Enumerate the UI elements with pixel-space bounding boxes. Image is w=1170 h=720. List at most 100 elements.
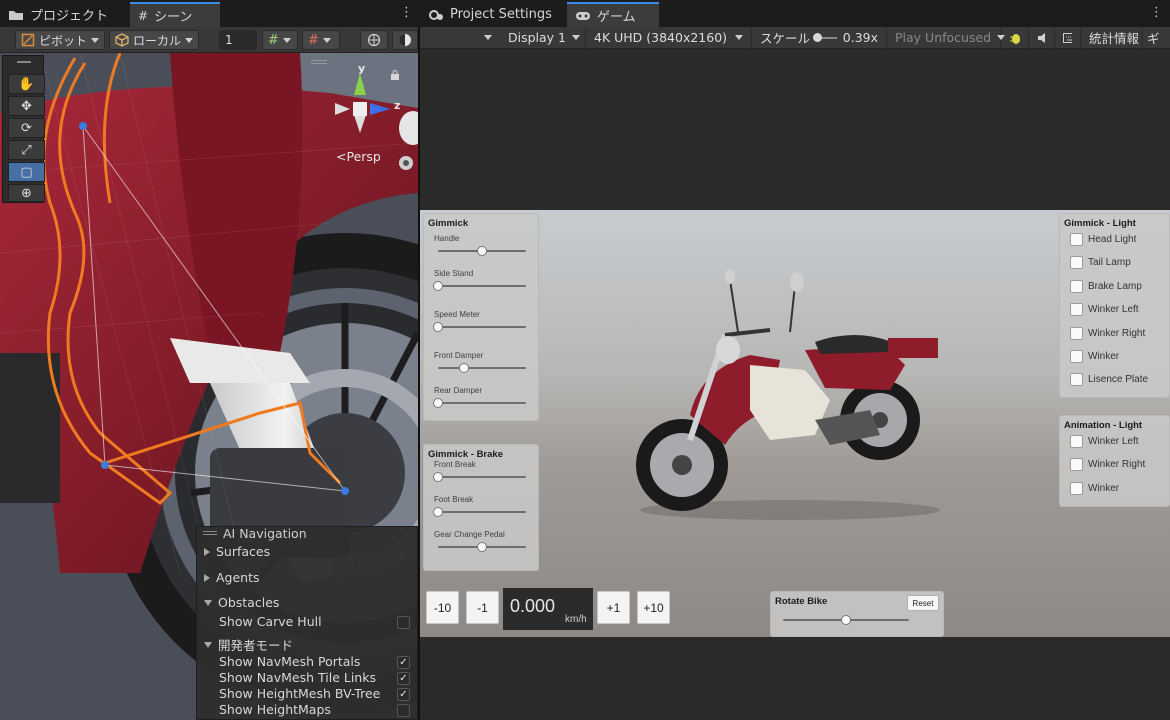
resolution-dropdown[interactable]: 4K UHD (3840x2160) (586, 26, 752, 49)
reset-button[interactable]: Reset (907, 595, 939, 611)
game-view-dropdown[interactable] (420, 35, 500, 40)
front-break-knob[interactable] (433, 472, 443, 482)
foot-break-slider[interactable] (433, 507, 526, 517)
side-stand-slider[interactable] (433, 281, 526, 291)
snap-value-field[interactable]: 1 (219, 30, 257, 50)
local-dropdown[interactable]: ローカル (109, 30, 199, 50)
rear-damper-knob[interactable] (433, 398, 443, 408)
game-menu-icon[interactable]: ⋮ (1150, 5, 1163, 20)
scene-view[interactable]: ✋ ✥ ⟳ ⤢ ▢ ⊕ y z <Persp AI Navigation Sur… (0, 53, 418, 720)
speed-meter-knob[interactable] (433, 322, 443, 332)
ai-nav-drag-icon[interactable] (203, 531, 217, 535)
move-tool-icon[interactable]: ✥ (8, 96, 45, 116)
scale-track[interactable] (813, 32, 837, 42)
hand-tool-icon[interactable]: ✋ (8, 74, 45, 94)
handle-slider[interactable] (438, 246, 526, 256)
winker-checkbox[interactable] (1070, 350, 1083, 363)
rect-tool-icon[interactable]: ▢ (8, 162, 45, 182)
pivot-dropdown[interactable]: ピボット (15, 30, 105, 50)
gizmos-button[interactable]: ギ (1143, 27, 1163, 49)
tab-game[interactable]: ゲーム (567, 2, 659, 27)
show-heightmaps-checkbox[interactable] (397, 704, 410, 717)
show-heightmesh-bvtree-row[interactable]: Show HeightMesh BV-Tree (219, 686, 380, 701)
show-carve-hull-row[interactable]: Show Carve Hull (219, 614, 411, 629)
foot-break-knob[interactable] (433, 507, 443, 517)
mute-audio-toggle[interactable] (1029, 26, 1055, 49)
game-viewport[interactable]: Gimmick Handle Side Stand Speed Meter Front… (420, 210, 1170, 637)
rotate-bike-knob[interactable] (841, 615, 851, 625)
winker-left-checkbox[interactable] (1070, 435, 1083, 448)
show-heightmesh-bvtree-checkbox[interactable]: ✓ (397, 688, 410, 701)
lisence-plate-checkbox[interactable] (1070, 373, 1083, 387)
front-damper-knob[interactable] (459, 363, 470, 373)
winker-right-toggle[interactable]: Winker Right (1070, 458, 1145, 472)
rear-damper-slider[interactable] (433, 398, 526, 408)
rotate-tool-icon[interactable]: ⟳ (8, 118, 45, 138)
lisence-plate-toggle[interactable]: Lisence Plate (1070, 373, 1148, 387)
winker-right-checkbox[interactable] (1070, 326, 1083, 340)
head-light-checkbox[interactable] (1070, 233, 1083, 246)
scene-menu-icon[interactable]: ⋮ (400, 5, 413, 20)
gear-change-pedal-slider[interactable] (438, 542, 526, 552)
scale-tool-icon[interactable]: ⤢ (8, 140, 45, 160)
front-damper-slider[interactable] (438, 363, 526, 373)
show-carve-hull-checkbox[interactable] (397, 616, 410, 629)
tail-lamp-checkbox[interactable] (1070, 256, 1083, 270)
gizmo-center[interactable] (353, 102, 367, 116)
developer-mode-foldout[interactable]: 開発者モード (204, 635, 293, 654)
tail-lamp-toggle[interactable]: Tail Lamp (1070, 256, 1131, 270)
surfaces-foldout[interactable]: Surfaces (204, 544, 270, 559)
speed-plus1-button[interactable]: +1 (597, 591, 630, 624)
show-navmesh-tile-links-row[interactable]: Show NavMesh Tile Links (219, 670, 376, 685)
overlay-handle-icon[interactable] (311, 60, 327, 64)
render-mode-toggle[interactable] (392, 30, 418, 50)
side-stand-knob[interactable] (433, 281, 443, 291)
grid-snap-dropdown[interactable]: # (262, 30, 298, 50)
show-heightmaps-row[interactable]: Show HeightMaps (219, 702, 331, 717)
obstacles-foldout[interactable]: Obstacles (204, 595, 279, 610)
show-navmesh-tile-links-checkbox[interactable]: ✓ (397, 672, 410, 685)
speed-meter-slider[interactable] (433, 322, 526, 332)
brake-lamp-toggle[interactable]: Brake Lamp (1070, 279, 1142, 293)
winker-left-toggle[interactable]: Winker Left (1070, 303, 1139, 317)
global-toggle[interactable] (360, 30, 388, 50)
gear-change-pedal-knob[interactable] (477, 542, 487, 552)
lock-icon[interactable] (390, 70, 400, 80)
scale-knob[interactable] (813, 32, 823, 42)
shortcuts-toggle[interactable] (1055, 26, 1081, 49)
frame-debugger-toggle[interactable] (1001, 26, 1029, 49)
winker-left-toggle[interactable]: Winker Left (1070, 435, 1139, 448)
scale-slider[interactable]: スケール 0.39x (752, 26, 887, 49)
transform-tool-icon[interactable]: ⊕ (8, 184, 45, 202)
winker-checkbox[interactable] (1070, 481, 1083, 495)
rotate-bike-slider[interactable] (783, 615, 909, 625)
tab-project[interactable]: プロジェクト (0, 2, 128, 27)
speed-plus10-button[interactable]: +10 (637, 591, 670, 624)
handle-knob[interactable] (477, 246, 487, 256)
speed-minus1-button[interactable]: -1 (466, 591, 499, 624)
game-view[interactable]: Gimmick Handle Side Stand Speed Meter Front… (420, 49, 1170, 720)
stats-button[interactable]: 統計情報 (1081, 26, 1143, 49)
tab-project-settings[interactable]: Project Settings (420, 2, 565, 27)
front-break-slider[interactable] (433, 472, 526, 482)
brake-lamp-checkbox[interactable] (1070, 279, 1083, 293)
neg-x-axis-cone[interactable] (335, 103, 350, 115)
incremental-snap-dropdown[interactable]: # (302, 30, 340, 50)
y-axis-cone[interactable] (354, 73, 366, 95)
show-navmesh-portals-checkbox[interactable]: ✓ (397, 656, 410, 669)
drag-handle-icon[interactable] (17, 61, 31, 63)
winker-toggle[interactable]: Winker (1070, 481, 1119, 495)
agents-foldout[interactable]: Agents (204, 570, 260, 585)
winker-toggle[interactable]: Winker (1070, 350, 1119, 363)
head-light-toggle[interactable]: Head Light (1070, 233, 1136, 246)
camera-shutter-icon[interactable] (398, 155, 414, 171)
winker-right-checkbox[interactable] (1070, 458, 1083, 472)
z-axis-cone[interactable] (370, 103, 390, 115)
display-dropdown[interactable]: Display 1 (500, 26, 586, 49)
show-navmesh-portals-row[interactable]: Show NavMesh Portals (219, 654, 360, 669)
winker-right-toggle[interactable]: Winker Right (1070, 326, 1145, 340)
play-mode-dropdown[interactable]: Play Unfocused (887, 26, 1006, 49)
winker-left-checkbox[interactable] (1070, 303, 1083, 317)
persp-label[interactable]: <Persp (336, 149, 381, 164)
speed-minus10-button[interactable]: -10 (426, 591, 459, 624)
